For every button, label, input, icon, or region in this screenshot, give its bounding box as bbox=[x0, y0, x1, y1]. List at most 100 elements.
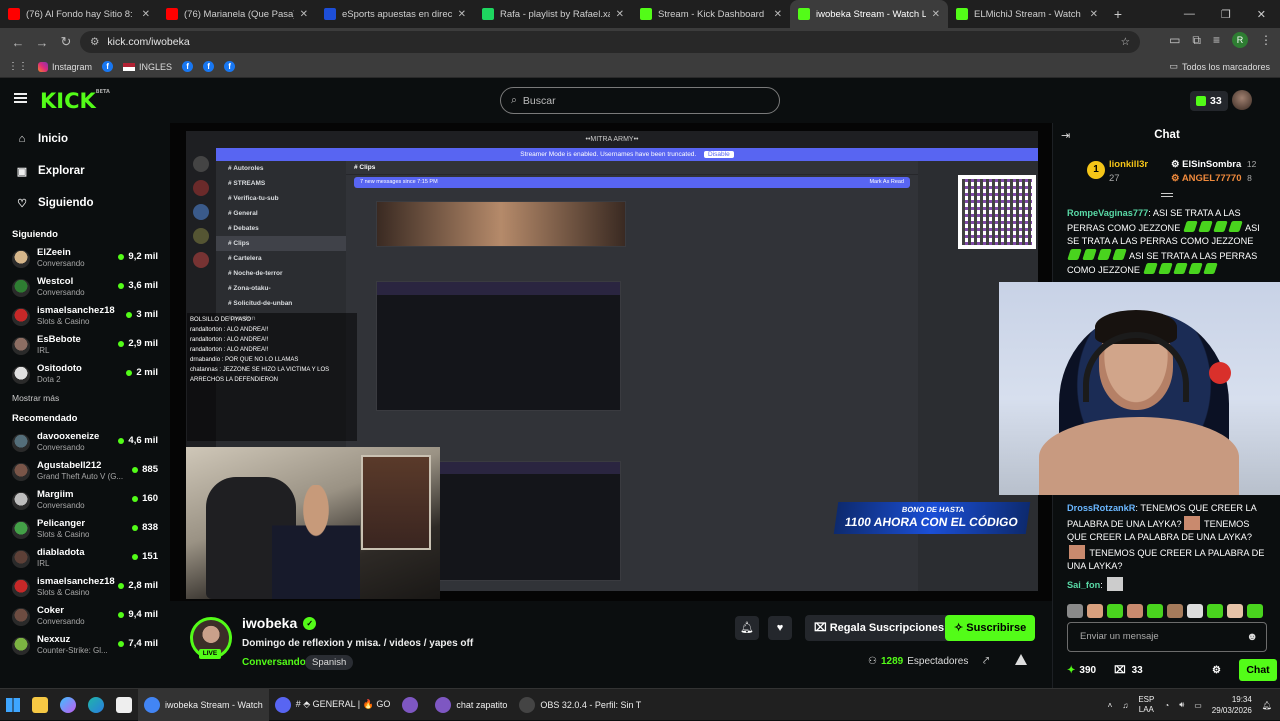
copilot-icon[interactable] bbox=[54, 689, 82, 721]
streamer-name[interactable]: iwobeka ✓ bbox=[242, 615, 317, 631]
close-tab-icon[interactable]: ✕ bbox=[1090, 9, 1098, 20]
emote[interactable] bbox=[1227, 604, 1243, 618]
close-tab-icon[interactable]: ✕ bbox=[142, 9, 150, 20]
kick-points-icon[interactable]: ✦ bbox=[1067, 665, 1075, 676]
browser-tab[interactable]: iwobeka Stream - Watch Li ✕ bbox=[790, 0, 948, 28]
microphone-icon[interactable]: ♫ bbox=[1122, 701, 1128, 710]
notification-bell-button[interactable]: 🔔︎ bbox=[735, 616, 759, 640]
bookmark-ingles[interactable]: INGLES bbox=[123, 62, 172, 72]
sidebar-nav-inicio[interactable]: ⌂ Inicio bbox=[0, 123, 170, 155]
all-bookmarks[interactable]: ▭ Todos los marcadores bbox=[1169, 61, 1270, 72]
sidebar-channel[interactable]: Agustabell212 Grand Theft Auto V (G... 88… bbox=[0, 457, 170, 486]
media-icon[interactable]: ≡ bbox=[1213, 33, 1220, 47]
gift-icon[interactable]: ⌧ bbox=[1114, 665, 1126, 676]
chat-message-input[interactable]: Enviar un mensaje ☻ bbox=[1067, 622, 1267, 652]
emote[interactable] bbox=[1147, 604, 1163, 618]
chat-username[interactable]: Sai_fon bbox=[1067, 580, 1100, 590]
gifter-3[interactable]: ⚙ ANGEL77770 8 bbox=[1171, 173, 1252, 184]
share-icon[interactable]: ⤤ bbox=[983, 655, 989, 668]
facebook-icon[interactable]: f bbox=[203, 61, 215, 72]
subscribe-button[interactable]: ✧ Suscribirse bbox=[945, 615, 1036, 641]
language-tag[interactable]: Spanish bbox=[305, 655, 354, 670]
emote[interactable] bbox=[1107, 604, 1123, 618]
start-button[interactable] bbox=[0, 689, 26, 721]
emoji-icon[interactable]: ☻ bbox=[1246, 623, 1258, 651]
reload-icon[interactable]: ↻ bbox=[54, 34, 78, 50]
sidebar-nav-siguiendo[interactable]: ♡ Siguiendo bbox=[0, 187, 170, 219]
sidebar-channel[interactable]: ElZeein Conversando 9,2 mil bbox=[0, 244, 170, 273]
store-icon[interactable] bbox=[110, 689, 138, 721]
menu-icon[interactable]: ⋮ bbox=[1260, 33, 1272, 47]
bookmark-star-icon[interactable]: ☆ bbox=[1121, 36, 1130, 48]
volume-icon[interactable]: 🔊︎ bbox=[1179, 700, 1184, 710]
sidebar-channel[interactable]: Ositodoto Dota 2 2 mil bbox=[0, 360, 170, 389]
taskbar-app[interactable]: chat zapatito bbox=[429, 689, 513, 721]
sidebar-channel[interactable]: ismaelsanchez18 Slots & Casino 3 mil bbox=[0, 302, 170, 331]
sidebar-channel[interactable]: Nexxuz Counter-Strike: Gl... 7,4 mil bbox=[0, 631, 170, 660]
hamburger-menu-icon[interactable] bbox=[14, 93, 27, 103]
emote[interactable] bbox=[1067, 604, 1083, 618]
address-bar[interactable]: ⚙ kick.com/iwobeka ☆ bbox=[80, 31, 1140, 53]
close-tab-icon[interactable]: ✕ bbox=[774, 9, 782, 20]
apps-icon[interactable]: ⋮⋮ bbox=[8, 61, 28, 72]
taskbar-app[interactable]: iwobeka Stream - Watch bbox=[138, 688, 269, 721]
minimize-icon[interactable]: — bbox=[1184, 8, 1195, 20]
chat-settings-icon[interactable]: ⚙ bbox=[1212, 665, 1221, 676]
close-tab-icon[interactable]: ✕ bbox=[932, 9, 940, 20]
sidebar-channel[interactable]: Pelicanger Slots & Casino 838 bbox=[0, 515, 170, 544]
bookmark-instagram[interactable]: Instagram bbox=[38, 61, 92, 72]
taskbar-app[interactable]: # ⬘ GENERAL | 🔥 GO bbox=[269, 689, 397, 721]
sidebar-channel[interactable]: diabladota IRL 151 bbox=[0, 544, 170, 573]
browser-tab[interactable]: ELMichiJ Stream - Watch Live c✕ bbox=[948, 0, 1106, 28]
gifter-2[interactable]: ⚙ ElSinSombra 12 bbox=[1171, 159, 1256, 170]
clock[interactable]: 19:34 29/03/2026 bbox=[1212, 694, 1252, 716]
emote[interactable] bbox=[1127, 604, 1143, 618]
close-tab-icon[interactable]: ✕ bbox=[458, 9, 466, 20]
chat-username[interactable]: DrossRotzankR bbox=[1067, 503, 1135, 513]
emote[interactable] bbox=[1087, 604, 1103, 618]
report-icon[interactable] bbox=[1015, 654, 1027, 665]
gifter-1[interactable]: lionkill3r bbox=[1109, 159, 1148, 170]
close-tab-icon[interactable]: ✕ bbox=[300, 9, 308, 20]
browser-tab[interactable]: (76) Al Fondo hay Sitio 8: Ferna✕ bbox=[0, 0, 158, 28]
chat-username[interactable]: RompeVaginas777 bbox=[1067, 208, 1148, 218]
user-avatar[interactable] bbox=[1232, 90, 1252, 110]
file-explorer-icon[interactable] bbox=[26, 689, 54, 721]
show-more-link[interactable]: Mostrar más bbox=[0, 393, 170, 403]
browser-tab[interactable]: Stream - Kick Dashboard ✕ bbox=[632, 0, 790, 28]
stream-category[interactable]: Conversando bbox=[242, 657, 306, 668]
sidebar-nav-explorar[interactable]: ▣ Explorar bbox=[0, 155, 170, 187]
kick-logo[interactable]: KICKBETA bbox=[40, 89, 110, 113]
extensions-icon[interactable]: ⧉ bbox=[1192, 33, 1201, 48]
back-icon[interactable]: ← bbox=[6, 35, 30, 50]
video-player[interactable]: ••MITRA ARMY•• Streamer Mode is enabled.… bbox=[170, 123, 1052, 601]
facebook-icon[interactable]: f bbox=[224, 61, 236, 72]
facebook-icon[interactable]: f bbox=[102, 61, 114, 72]
browser-tab[interactable]: eSports apuestas en directo D✕ bbox=[316, 0, 474, 28]
site-info-icon[interactable]: ⚙ bbox=[90, 36, 99, 48]
emote[interactable] bbox=[1247, 604, 1263, 618]
follow-button[interactable]: ♥ bbox=[768, 616, 792, 640]
send-chat-button[interactable]: Chat bbox=[1239, 659, 1277, 681]
taskbar-app[interactable]: OBS 32.0.4 - Perfil: Sin T bbox=[513, 689, 647, 721]
battery-icon[interactable]: ▭ bbox=[1194, 701, 1202, 710]
gift-subs-button[interactable]: ⌧ Regala Suscripciones bbox=[805, 615, 954, 641]
new-tab-button[interactable]: + bbox=[1106, 6, 1130, 22]
cast-icon[interactable]: ▭ bbox=[1169, 33, 1180, 47]
browser-tab[interactable]: Rafa - playlist by Rafael.xared |✕ bbox=[474, 0, 632, 28]
taskbar-app[interactable] bbox=[396, 689, 429, 721]
emote[interactable] bbox=[1207, 604, 1223, 618]
close-tab-icon[interactable]: ✕ bbox=[616, 9, 624, 20]
emote[interactable] bbox=[1167, 604, 1183, 618]
forward-icon[interactable]: → bbox=[30, 35, 54, 50]
browser-tab[interactable]: (76) Marianela (Que Pasa) (Exte✕ bbox=[158, 0, 316, 28]
kick-points-badge[interactable]: 33 bbox=[1190, 91, 1228, 111]
edge-icon[interactable] bbox=[82, 689, 110, 721]
close-icon[interactable]: ✕ bbox=[1257, 8, 1266, 21]
sidebar-channel[interactable]: Coker Conversando 9,4 mil bbox=[0, 602, 170, 631]
sidebar-channel[interactable]: Westcol Conversando 3,6 mil bbox=[0, 273, 170, 302]
sidebar-channel[interactable]: Margiim Conversando 160 bbox=[0, 486, 170, 515]
emote[interactable] bbox=[1187, 604, 1203, 618]
sidebar-channel[interactable]: EsBebote IRL 2,9 mil bbox=[0, 331, 170, 360]
sidebar-channel[interactable]: ismaelsanchez18 Slots & Casino 2,8 mil bbox=[0, 573, 170, 602]
